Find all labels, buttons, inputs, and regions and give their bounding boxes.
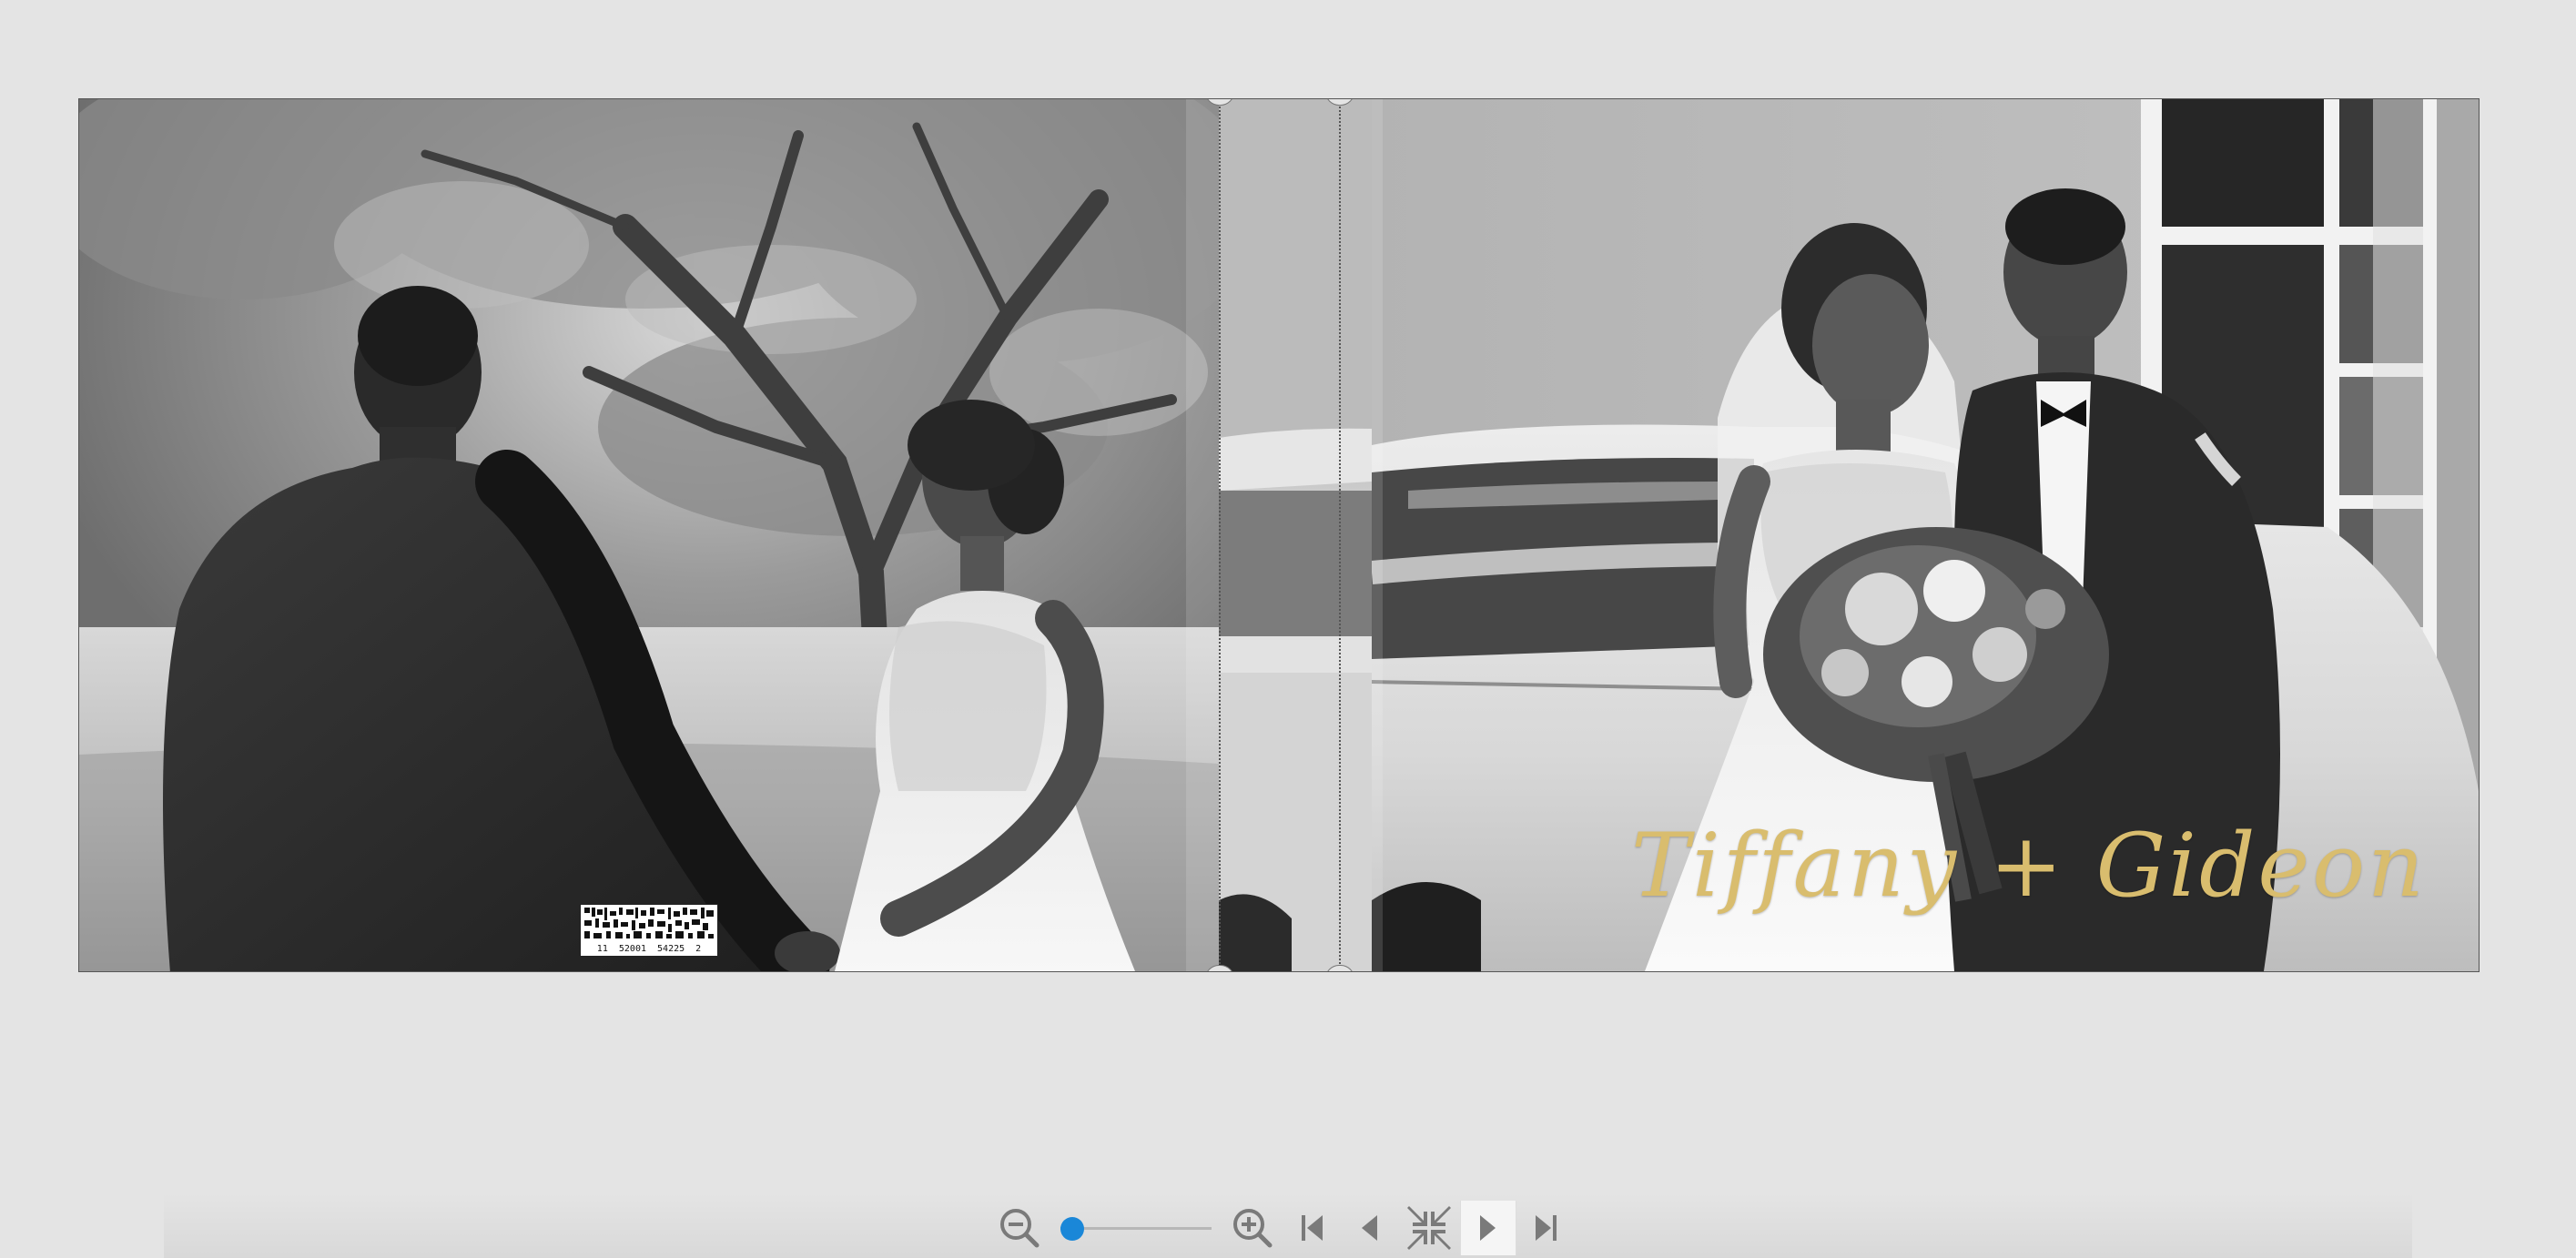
back-cover-photo-art (79, 99, 1219, 971)
product-barcode: 11 52001 54225 2 (580, 904, 718, 957)
zoom-in-button[interactable] (1225, 1201, 1280, 1255)
fit-to-screen-button[interactable] (1402, 1201, 1456, 1255)
previous-page-button[interactable] (1342, 1201, 1396, 1255)
barcode-number: 11 52001 54225 2 (596, 944, 702, 954)
next-page-button[interactable] (1460, 1201, 1516, 1255)
back-cover-bleed (1186, 99, 1219, 971)
album-viewer: 11 52001 54225 2 Tiffany + Gideon (0, 0, 2576, 1258)
zoom-out-icon (1000, 1209, 1040, 1248)
bleed-margin-left (1372, 99, 1383, 971)
spine-fold-right (1339, 99, 1341, 971)
zoom-in-icon (1233, 1209, 1273, 1248)
last-page-button[interactable] (1518, 1201, 1573, 1255)
zoom-out-button[interactable] (992, 1201, 1047, 1255)
barcode-pattern-icon (584, 908, 714, 938)
album-spine (1219, 99, 1372, 971)
zoom-slider[interactable] (1060, 1217, 1212, 1241)
collapse-arrows-icon (1407, 1206, 1451, 1250)
spine-photo-art (1219, 99, 1372, 971)
next-page-icon (1480, 1215, 1496, 1241)
first-page-icon (1302, 1215, 1323, 1241)
back-cover-photo: 11 52001 54225 2 (79, 99, 1219, 971)
first-page-button[interactable] (1285, 1201, 1340, 1255)
spine-fold-left (1219, 99, 1221, 971)
last-page-icon (1536, 1215, 1557, 1241)
previous-page-icon (1362, 1215, 1377, 1241)
cover-title: Tiffany + Gideon (1631, 815, 2427, 917)
zoom-slider-thumb[interactable] (1060, 1217, 1084, 1241)
